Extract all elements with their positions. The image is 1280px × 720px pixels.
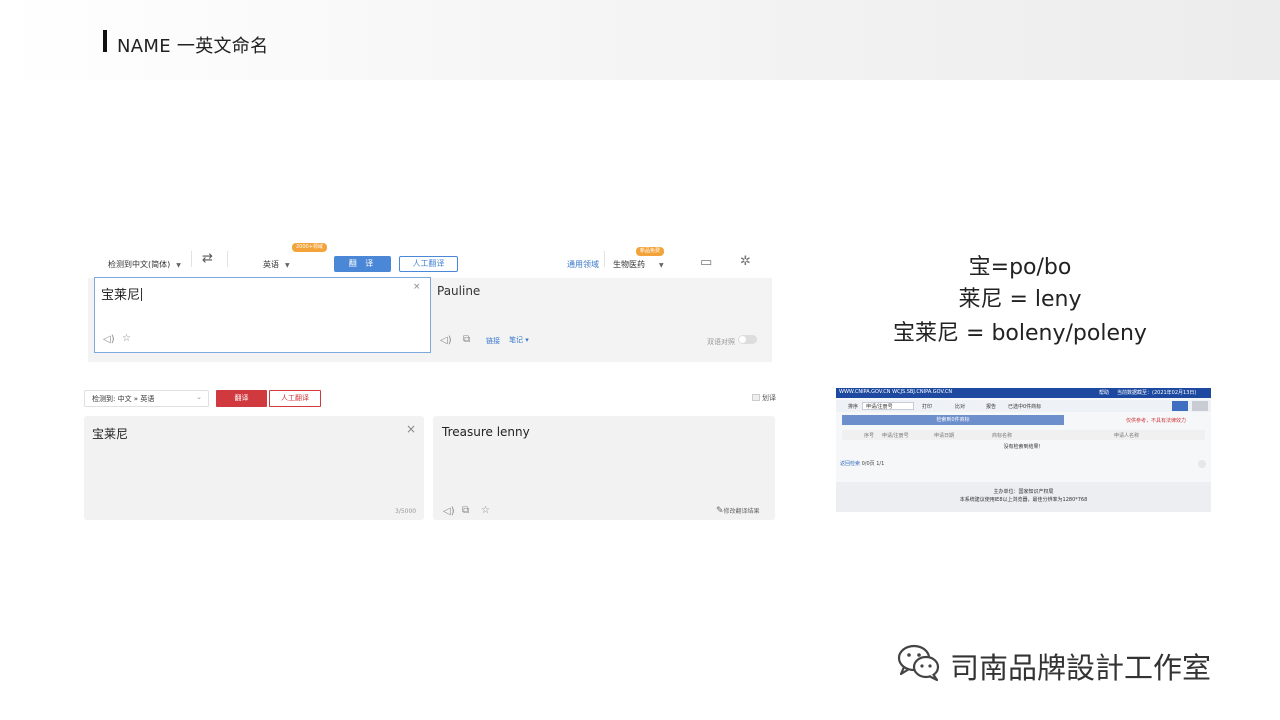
translate-button[interactable]: 翻译 <box>216 390 267 407</box>
wechat-icon <box>897 644 940 682</box>
domain-link[interactable]: 通用领域 <box>567 259 599 270</box>
domain-value: 生物医药 <box>613 260 645 269</box>
bookmark-folder-icon[interactable]: ▭ <box>700 255 712 270</box>
scroll-top-icon[interactable] <box>1198 460 1206 468</box>
clear-icon[interactable]: × <box>413 282 421 292</box>
source-text-value: 宝莱尼 <box>101 288 141 303</box>
chevron-down-icon: ▼ <box>285 262 290 269</box>
divider <box>191 251 192 267</box>
link-button[interactable]: 链接 <box>486 336 500 346</box>
back-to-search-link[interactable]: 返回检索 <box>840 461 860 467</box>
cnipa-footer: 主办单位：国家知识产权局 本系统建议使用IE8以上浏览器，最佳分辨率为1280*… <box>836 482 1211 512</box>
edit-translation-label: 修改翻译结果 <box>723 508 760 515</box>
speaker-icon[interactable]: ◁) <box>443 506 455 517</box>
domain-select[interactable]: 生物医药 ▼ <box>613 259 664 270</box>
human-translation-button[interactable]: 人工翻译 <box>399 256 458 272</box>
character-count: 3/5000 <box>395 508 417 515</box>
column-header: 申请人名称 <box>1114 433 1140 439</box>
bilingual-toggle[interactable] <box>738 335 757 344</box>
note-button[interactable]: 笔记 ▾ <box>509 335 529 345</box>
title-accent-bar <box>103 30 107 52</box>
report-button[interactable]: 报告 <box>986 403 996 410</box>
speaker-icon[interactable]: ◁) <box>103 334 115 345</box>
list-view-icon[interactable] <box>1172 401 1188 411</box>
source-language-select[interactable]: 检测到中文(简体) ▼ <box>108 259 181 270</box>
compare-button[interactable]: 比对 <box>955 403 965 410</box>
source-text-area[interactable]: 宝莱尼 × 3/5000 <box>84 416 424 520</box>
grid-view-icon[interactable] <box>1192 401 1208 411</box>
swap-languages-icon[interactable]: ⇄ <box>202 252 213 265</box>
target-language-select[interactable]: 英语 ▼ <box>263 259 290 270</box>
translator-panel-a: 检测到中文(简体) ▼ ⇄ 英语 ▼ 2000+领域 翻 译 人工翻译 通用领域 生… <box>88 240 772 362</box>
translate-button[interactable]: 翻 译 <box>334 256 391 272</box>
cnipa-toolbar: 排序 申请/注册号 打印 比对 报告 已选中0件商标 <box>836 400 1211 412</box>
sort-label: 排序 <box>848 404 859 410</box>
star-icon[interactable]: ☆ <box>481 505 490 516</box>
settings-gear-icon[interactable]: ✲ <box>740 254 751 269</box>
studio-watermark: 司南品牌設計工作室 <box>950 651 1212 685</box>
rule-line-1: 宝=po/bo <box>968 255 1072 280</box>
language-select-label: 检测到: 中文 » 英语 <box>92 395 155 403</box>
column-header: 申请日期 <box>934 433 955 439</box>
page-count: 0/0页 1/1 <box>861 461 885 467</box>
trademark-search-screenshot: WWW.CNIPA.GOV.CN WCJS.SBJ.CNIPA.GOV.CN 帮… <box>836 388 1211 512</box>
feature-badge: 2000+领域 <box>292 243 327 252</box>
rule-line-2: 莱尼 = leny <box>958 287 1082 312</box>
clear-icon[interactable]: × <box>406 422 416 436</box>
target-language-label: 英语 <box>263 260 279 269</box>
chevron-down-icon: ▼ <box>176 262 181 269</box>
footer-browser-note: 本系统建议使用IE8以上浏览器，最佳分辨率为1280*768 <box>959 497 1088 503</box>
copy-icon[interactable]: ⧉ <box>462 505 469 516</box>
column-header: 序号 <box>864 433 875 439</box>
selected-count: 已选中0件商标 <box>1008 404 1042 410</box>
rule-line-3: 宝莱尼 = boleny/poleny <box>893 321 1147 346</box>
chevron-down-icon: ⌄ <box>196 393 202 401</box>
pencil-icon: ✎ <box>716 506 724 516</box>
data-date: 当前数据截至：(2021年02月13日) <box>1117 390 1197 396</box>
domain-badge: 新品免费 <box>636 247 665 256</box>
column-header: 申请/注册号 <box>882 433 909 439</box>
bilingual-toggle-label: 双语对照 <box>707 338 735 346</box>
chevron-down-icon: ▼ <box>659 262 664 269</box>
select-translate-label: 划译 <box>762 394 776 402</box>
site-address: WWW.CNIPA.GOV.CN WCJS.SBJ.CNIPA.GOV.CN <box>839 389 953 395</box>
translator-toolbar: 检测到中文(简体) ▼ ⇄ 英语 ▼ 2000+领域 翻 译 人工翻译 通用领域 生… <box>88 240 772 278</box>
legal-warning: 仅供参考，不具有法律效力 <box>1126 418 1187 424</box>
footer-organizer: 主办单位：国家知识产权局 <box>993 489 1054 495</box>
target-text: Pauline <box>437 284 481 298</box>
cnipa-top-bar: WWW.CNIPA.GOV.CN WCJS.SBJ.CNIPA.GOV.CN 帮… <box>836 388 1211 398</box>
sort-value: 申请/注册号 <box>866 404 893 410</box>
page-title: NAME 一英文命名 <box>117 36 269 57</box>
speaker-icon[interactable]: ◁) <box>440 335 452 346</box>
divider <box>604 251 605 267</box>
result-banner: 检索到0件商标 <box>842 415 1064 425</box>
human-translation-button[interactable]: 人工翻译 <box>269 390 321 407</box>
text-cursor <box>141 288 143 301</box>
divider <box>227 251 228 267</box>
print-button[interactable]: 打印 <box>922 403 932 410</box>
edit-translation-button[interactable]: ✎修改翻译结果 <box>716 506 760 516</box>
help-link[interactable]: 帮助 <box>1099 389 1109 396</box>
source-language-label: 检测到中文(简体) <box>108 260 171 269</box>
sort-select[interactable]: 申请/注册号 <box>862 402 914 410</box>
copy-icon[interactable]: ⧉ <box>463 334 470 345</box>
no-results-message: 没有检索到结果！ <box>1003 444 1044 450</box>
source-text[interactable]: 宝莱尼 <box>92 425 128 442</box>
select-translate-checkbox[interactable] <box>752 394 760 401</box>
target-text: Treasure lenny <box>442 425 530 439</box>
target-text-area: Treasure lenny ◁) ⧉ ☆ ✎修改翻译结果 <box>433 416 775 520</box>
pagination: 返回检索 0/0页 1/1 <box>840 460 884 467</box>
result-table-header: 序号 申请/注册号 申请日期 商标名称 申请人名称 <box>842 430 1205 440</box>
source-text-area[interactable]: 宝莱尼 × ◁) ☆ <box>94 277 431 353</box>
source-text[interactable]: 宝莱尼 <box>101 284 143 303</box>
language-select[interactable]: 检测到: 中文 » 英语 ⌄ <box>84 390 209 407</box>
column-header: 商标名称 <box>992 433 1013 439</box>
star-icon[interactable]: ☆ <box>122 333 131 344</box>
